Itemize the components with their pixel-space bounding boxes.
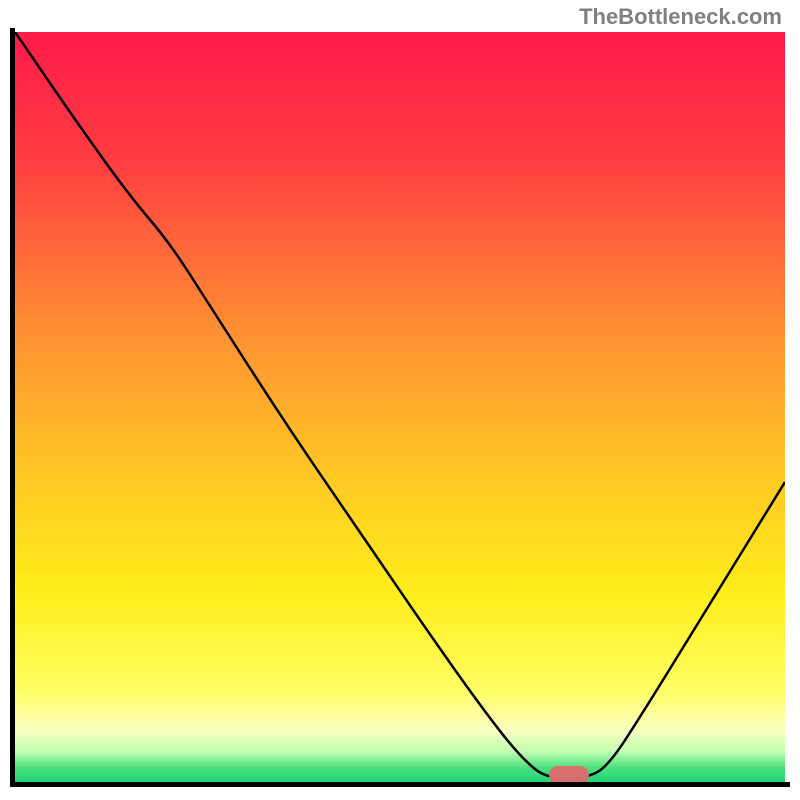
y-axis-line: [10, 28, 15, 786]
watermark-text: TheBottleneck.com: [579, 4, 782, 30]
bottleneck-curve: [15, 32, 785, 782]
x-axis-line: [10, 782, 790, 787]
current-position-marker: [549, 766, 589, 784]
chart-plot-area: [15, 32, 785, 782]
